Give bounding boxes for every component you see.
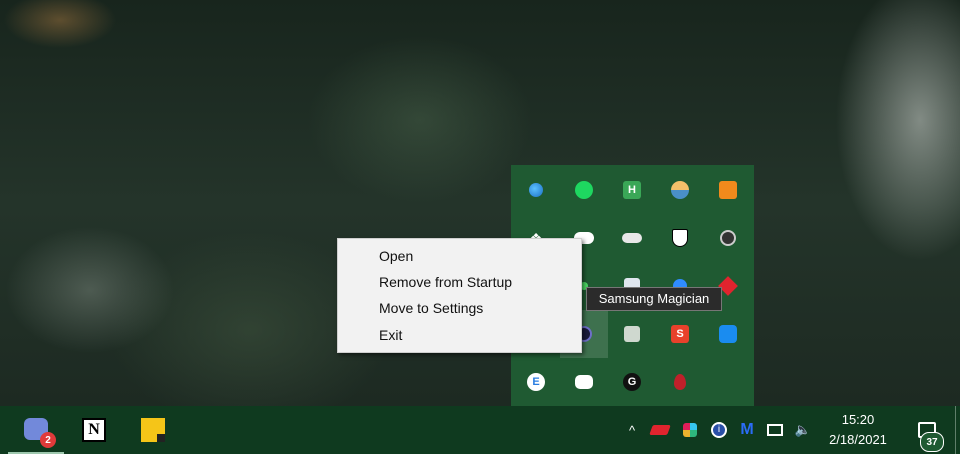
tray-satellite-app[interactable]	[704, 214, 752, 262]
taskbar: 2 N ^ i M 🔈 15:20 2/18/2021 37	[0, 406, 960, 454]
unread-badge: 2	[40, 432, 56, 448]
tray-flux[interactable]	[656, 166, 704, 214]
red-app-tray-icon[interactable]	[649, 420, 671, 440]
show-hidden-icons-chevron[interactable]: ^	[622, 420, 642, 440]
notification-count-badge: 37	[920, 432, 944, 452]
taskbar-app-notion[interactable]: N	[66, 406, 122, 454]
globe-icon	[529, 183, 543, 197]
tray-e-app[interactable]: E	[512, 358, 560, 406]
tray-spotify[interactable]	[560, 166, 608, 214]
droplet-icon	[674, 374, 686, 390]
malwarebytes-tray-icon[interactable]: M	[737, 420, 757, 440]
tray-s-app[interactable]: S	[656, 310, 704, 358]
clock-date: 2/18/2021	[829, 432, 887, 447]
show-desktop-strip[interactable]	[955, 406, 960, 454]
tray-g-app[interactable]: G	[608, 358, 656, 406]
notion-icon: N	[82, 418, 106, 442]
tray-discord[interactable]	[560, 358, 608, 406]
satellite-icon	[720, 230, 736, 246]
hwmonitor-icon: H	[623, 181, 641, 199]
e-app-icon: E	[527, 373, 545, 391]
menu-item-move-to-settings[interactable]: Move to Settings	[379, 296, 483, 320]
tooltip: Samsung Magician	[586, 287, 722, 311]
tray-globe-app[interactable]	[512, 166, 560, 214]
menu-item-exit[interactable]: Exit	[379, 323, 402, 347]
teamviewer-icon	[719, 325, 737, 343]
tray-orange-app[interactable]	[704, 166, 752, 214]
menu-item-remove-from-startup[interactable]: Remove from Startup	[379, 270, 512, 294]
slack-tray-icon[interactable]	[680, 420, 700, 440]
clock-time: 15:20	[841, 412, 875, 427]
spotify-icon	[575, 181, 593, 199]
orange-app-icon	[719, 181, 737, 199]
tray-droplet-app[interactable]	[656, 358, 704, 406]
tray-hwmonitor[interactable]: H	[608, 166, 656, 214]
shield-icon	[672, 229, 688, 247]
info-circle-icon: i	[711, 422, 727, 438]
volume-tray-icon[interactable]: 🔈	[793, 420, 813, 440]
red-logo-icon	[649, 425, 671, 435]
menu-item-open[interactable]: Open	[379, 244, 413, 268]
tray-onedrive[interactable]	[608, 214, 656, 262]
clock[interactable]: 15:20 2/18/2021	[818, 410, 898, 450]
network-icon	[767, 424, 783, 436]
info-tray-icon[interactable]: i	[709, 420, 729, 440]
action-center-button[interactable]: 37	[902, 406, 952, 454]
onedrive-icon	[622, 233, 642, 243]
s-app-icon: S	[671, 325, 689, 343]
taskbar-app-discord[interactable]: 2	[8, 406, 64, 454]
discord-icon	[575, 375, 593, 389]
tray-teamviewer[interactable]	[704, 310, 752, 358]
magnifier-icon	[624, 326, 640, 342]
flux-icon	[671, 181, 689, 199]
network-tray-icon[interactable]	[765, 420, 785, 440]
sticky-notes-icon	[141, 418, 165, 442]
tray-windows-security[interactable]	[656, 214, 704, 262]
context-menu: Open Remove from Startup Move to Setting…	[337, 238, 582, 353]
taskbar-app-sticky-notes[interactable]	[125, 406, 181, 454]
slack-icon	[683, 423, 697, 437]
malwarebytes-icon: M	[740, 421, 754, 438]
tray-search-app[interactable]	[608, 310, 656, 358]
g-app-icon: G	[623, 373, 641, 391]
speaker-icon: 🔈	[794, 422, 812, 437]
